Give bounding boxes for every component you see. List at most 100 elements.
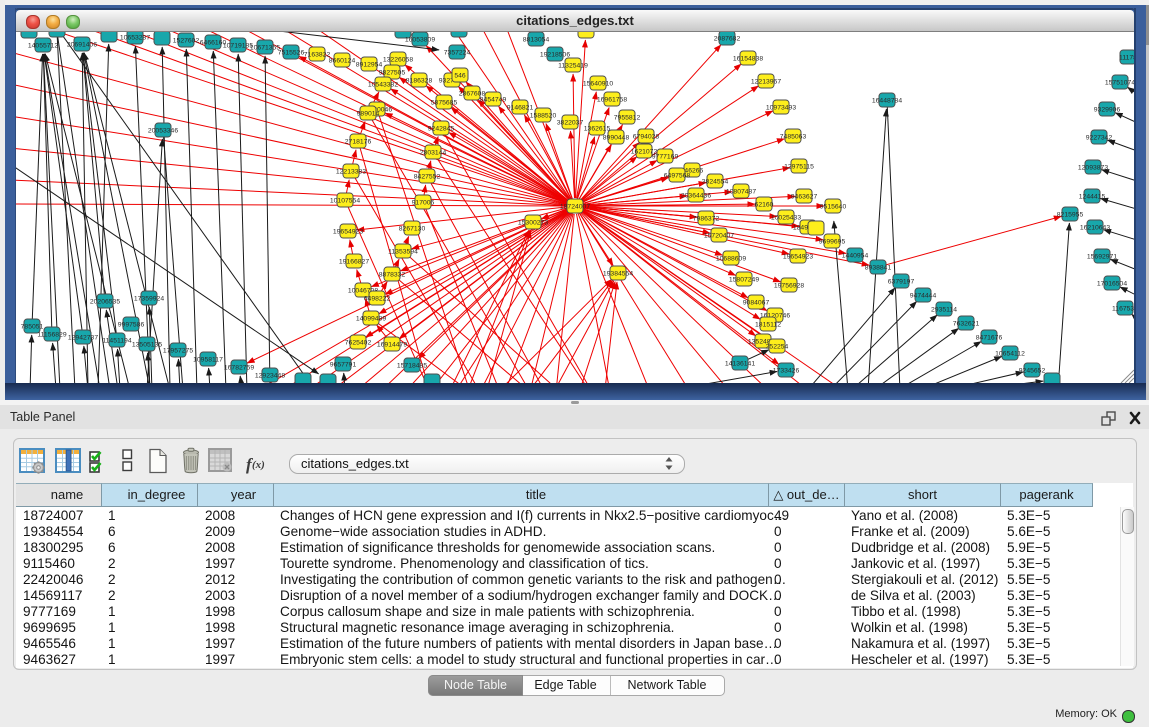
svg-text:17957275: 17957275	[163, 347, 193, 354]
svg-text:12975115: 12975115	[784, 163, 814, 170]
svg-text:17016504: 17016504	[1097, 280, 1127, 287]
svg-text:10543382: 10543382	[368, 81, 398, 88]
svg-text:14055712: 14055712	[28, 42, 58, 49]
svg-text:1362615: 1362615	[584, 125, 611, 132]
svg-text:9657791: 9657791	[330, 361, 357, 368]
svg-text:9827505: 9827505	[379, 69, 406, 76]
svg-text:2087682: 2087682	[714, 35, 741, 42]
svg-text:9997586: 9997586	[118, 321, 145, 328]
svg-text:2803144: 2803144	[420, 149, 447, 156]
svg-text:5875685: 5875685	[431, 99, 458, 106]
svg-text:19384554: 19384554	[603, 270, 633, 277]
svg-text:12923448: 12923448	[255, 372, 285, 379]
svg-text:10958117: 10958117	[193, 356, 223, 363]
svg-text:11353594: 11353594	[388, 248, 418, 255]
svg-text:17359924: 17359924	[134, 295, 164, 302]
svg-text:7163822: 7163822	[304, 51, 331, 58]
svg-text:10025433: 10025433	[771, 214, 801, 221]
svg-text:13505135: 13505135	[132, 341, 162, 348]
svg-text:6379197: 6379197	[888, 278, 915, 285]
svg-text:20053346: 20053346	[148, 127, 178, 134]
svg-text:1588520: 1588520	[530, 112, 557, 119]
svg-text:1440954: 1440954	[842, 252, 869, 259]
svg-text:8471676: 8471676	[976, 334, 1003, 341]
svg-text:7625402: 7625402	[345, 339, 372, 346]
svg-text:14136141: 14136141	[725, 360, 755, 367]
svg-text:15300273: 15300273	[518, 219, 548, 226]
svg-text:2718176: 2718176	[345, 138, 372, 145]
svg-text:9699695: 9699695	[819, 238, 846, 245]
svg-text:8990448: 8990448	[603, 134, 630, 141]
svg-text:18724007: 18724007	[560, 203, 590, 210]
svg-text:15751074: 15751074	[1105, 79, 1134, 86]
svg-text:8878332: 8878332	[379, 271, 406, 278]
svg-text:(x): (x)	[252, 459, 265, 471]
svg-text:19166827: 19166827	[339, 258, 369, 265]
svg-text:10807487: 10807487	[726, 188, 756, 195]
svg-text:16914479: 16914479	[377, 341, 407, 348]
svg-text:3824554: 3824554	[702, 178, 729, 185]
svg-text:9329906: 9329906	[1094, 106, 1121, 113]
svg-text:10719185: 10719185	[223, 42, 253, 49]
svg-text:11156829: 11156829	[37, 331, 66, 338]
svg-text:252254: 252254	[766, 343, 789, 350]
svg-text:15807249: 15807249	[729, 276, 759, 283]
svg-text:14099489: 14099489	[356, 315, 386, 322]
svg-text:16782759: 16782759	[224, 364, 254, 371]
svg-text:16154838: 16154838	[733, 55, 763, 62]
svg-text:15718485: 15718485	[397, 362, 427, 369]
svg-text:8427552: 8427552	[414, 173, 441, 180]
svg-text:16053809: 16053809	[405, 36, 435, 43]
svg-text:10654112: 10654112	[995, 350, 1025, 357]
svg-text:20364436: 20364436	[681, 192, 711, 199]
svg-text:9515640: 9515640	[820, 203, 847, 210]
svg-text:10107554: 10107554	[330, 197, 360, 204]
svg-text:917006: 917006	[412, 199, 435, 206]
svg-text:13226058: 13226058	[383, 56, 413, 63]
svg-text:9245652: 9245652	[1019, 367, 1046, 374]
svg-text:8454749: 8454749	[480, 96, 507, 103]
svg-text:1527602: 1527602	[173, 37, 200, 44]
svg-text:7485063: 7485063	[780, 133, 807, 140]
svg-text:9084067: 9084067	[743, 299, 770, 306]
svg-text:15640910: 15640910	[583, 80, 613, 87]
svg-text:11178: 11178	[1119, 54, 1134, 61]
svg-text:1167533: 1167533	[1112, 305, 1134, 312]
svg-text:7515526: 7515526	[278, 49, 305, 56]
svg-text:15692971: 15692971	[1087, 253, 1117, 260]
svg-text:8813054: 8813054	[523, 36, 550, 43]
svg-text:9227342: 9227342	[1086, 134, 1113, 141]
svg-text:8267130: 8267130	[399, 225, 426, 232]
svg-text:19218506: 19218506	[540, 51, 570, 58]
svg-text:19654923: 19654923	[333, 228, 363, 235]
svg-text:3822037: 3822037	[557, 119, 584, 126]
svg-text:19654923: 19654923	[783, 253, 813, 260]
svg-text:9242845: 9242845	[428, 125, 455, 132]
svg-text:62160: 62160	[755, 201, 774, 208]
svg-text:10973493: 10973493	[766, 104, 796, 111]
svg-text:10671355: 10671355	[250, 44, 280, 51]
svg-text:11325419: 11325419	[558, 62, 588, 69]
svg-text:10653287: 10653287	[120, 34, 150, 41]
svg-text:20691406: 20691406	[67, 41, 97, 48]
svg-text:12093873: 12093873	[1078, 164, 1108, 171]
svg-text:16448784: 16448784	[872, 97, 902, 104]
svg-text:9463627: 9463627	[791, 193, 818, 200]
svg-text:6794028: 6794028	[633, 133, 660, 140]
svg-text:785051: 785051	[21, 323, 44, 330]
svg-text:12213967: 12213967	[751, 78, 781, 85]
svg-text:19756928: 19756928	[774, 282, 804, 289]
svg-text:8938841: 8938841	[865, 264, 892, 271]
svg-text:546: 546	[454, 72, 466, 79]
svg-text:1815112: 1815112	[755, 321, 781, 328]
svg-text:2935114: 2935114	[931, 306, 957, 313]
svg-text:20206535: 20206535	[90, 298, 120, 305]
svg-text:16210643: 16210643	[1080, 224, 1110, 231]
svg-text:12213383: 12213383	[336, 168, 366, 175]
svg-text:12942737: 12942737	[68, 334, 98, 341]
svg-text:9146821: 9146821	[507, 104, 534, 111]
svg-text:7955812: 7955812	[614, 114, 641, 121]
svg-text:9777169: 9777169	[652, 153, 679, 160]
svg-text:7357224: 7357224	[444, 49, 471, 56]
svg-text:1733426: 1733426	[773, 367, 800, 374]
